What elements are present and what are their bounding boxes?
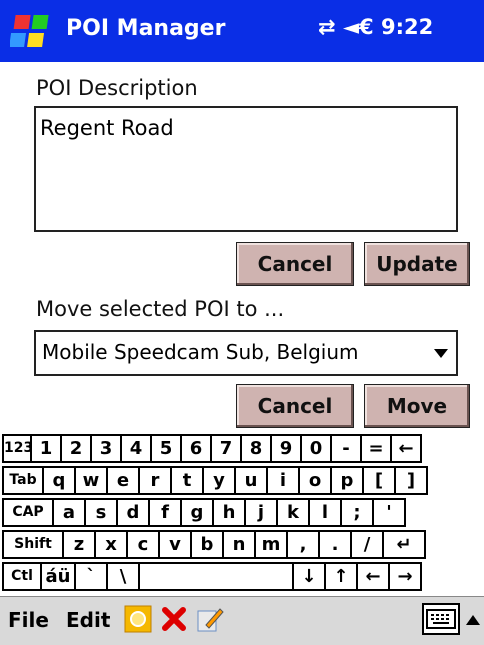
- key-e[interactable]: e: [106, 466, 140, 495]
- key-symbol[interactable]: áü: [40, 562, 76, 591]
- file-menu[interactable]: File: [8, 608, 49, 632]
- soft-keyboard: 123 1 2 3 4 5 6 7 8 9 0- = ← Tab q w e r t y u i o p[] CAP a s d f g h…: [0, 434, 484, 594]
- key-v[interactable]: v: [158, 530, 192, 559]
- input-panel-up-icon[interactable]: [466, 615, 480, 625]
- caps-key[interactable]: CAP: [2, 498, 54, 527]
- update-button[interactable]: Update: [364, 242, 470, 286]
- key-t[interactable]: t: [170, 466, 204, 495]
- key-s[interactable]: s: [84, 498, 118, 527]
- key-y[interactable]: y: [202, 466, 236, 495]
- key-n[interactable]: n: [222, 530, 256, 559]
- key-5[interactable]: 5: [150, 434, 182, 463]
- move-button[interactable]: Move: [364, 384, 470, 428]
- numeric-key[interactable]: 123: [2, 434, 32, 463]
- key-p[interactable]: p: [330, 466, 364, 495]
- edit-menu[interactable]: Edit: [66, 608, 110, 632]
- key-1[interactable]: 1: [30, 434, 62, 463]
- key-l[interactable]: l: [308, 498, 342, 527]
- key-symbol[interactable]: ': [372, 498, 406, 527]
- tab-key[interactable]: Tab: [2, 466, 44, 495]
- poi-icon[interactable]: [124, 605, 152, 633]
- key-j[interactable]: j: [244, 498, 278, 527]
- key-k[interactable]: k: [276, 498, 310, 527]
- key-g[interactable]: g: [180, 498, 214, 527]
- key-w[interactable]: w: [74, 466, 108, 495]
- move-label: Move selected POI to ...: [36, 297, 285, 321]
- status-area[interactable]: ⇄ ◄€ 9:22: [318, 15, 433, 39]
- key-symbol[interactable]: \: [106, 562, 140, 591]
- key-3[interactable]: 3: [90, 434, 122, 463]
- key-4[interactable]: 4: [120, 434, 152, 463]
- description-label: POI Description: [36, 76, 198, 100]
- menu-toolbar: File Edit: [0, 596, 484, 645]
- key-0[interactable]: 0: [300, 434, 332, 463]
- enter-key[interactable]: ↵: [382, 530, 426, 559]
- key-d[interactable]: d: [116, 498, 150, 527]
- key-q[interactable]: q: [42, 466, 76, 495]
- arrow-right-key[interactable]: →: [388, 562, 422, 591]
- description-textarea[interactable]: Regent Road: [34, 106, 458, 232]
- key-9[interactable]: 9: [270, 434, 302, 463]
- key-8[interactable]: 8: [240, 434, 272, 463]
- key-f[interactable]: f: [148, 498, 182, 527]
- arrow-up-key[interactable]: ↑: [324, 562, 358, 591]
- destination-select[interactable]: Mobile Speedcam Sub, Belgium: [34, 330, 458, 376]
- key-c[interactable]: c: [126, 530, 160, 559]
- key-symbol[interactable]: [: [362, 466, 396, 495]
- title-bar: POI Manager ⇄ ◄€ 9:22: [0, 0, 484, 62]
- arrow-down-key[interactable]: ↓: [292, 562, 326, 591]
- key-u[interactable]: u: [234, 466, 268, 495]
- key-symbol[interactable]: ;: [340, 498, 374, 527]
- key-o[interactable]: o: [298, 466, 332, 495]
- key-m[interactable]: m: [254, 530, 288, 559]
- destination-select-value: Mobile Speedcam Sub, Belgium: [42, 340, 359, 364]
- key-7[interactable]: 7: [210, 434, 242, 463]
- key-r[interactable]: r: [138, 466, 172, 495]
- key-symbol[interactable]: `: [74, 562, 108, 591]
- arrow-left-key[interactable]: ←: [356, 562, 390, 591]
- chevron-down-icon: [434, 349, 448, 358]
- key-z[interactable]: z: [62, 530, 96, 559]
- shift-key[interactable]: Shift: [2, 530, 64, 559]
- space-key[interactable]: [138, 562, 294, 591]
- key-symbol[interactable]: ,: [286, 530, 320, 559]
- key-a[interactable]: a: [52, 498, 86, 527]
- key-x[interactable]: x: [94, 530, 128, 559]
- cancel-description-button[interactable]: Cancel: [236, 242, 354, 286]
- windows-start-icon[interactable]: [10, 12, 54, 52]
- delete-icon[interactable]: [160, 605, 188, 633]
- key-h[interactable]: h: [212, 498, 246, 527]
- cancel-move-button[interactable]: Cancel: [236, 384, 354, 428]
- key-symbol[interactable]: ]: [394, 466, 428, 495]
- key-symbol[interactable]: .: [318, 530, 352, 559]
- key-i[interactable]: i: [266, 466, 300, 495]
- key-b[interactable]: b: [190, 530, 224, 559]
- key-symbol[interactable]: -: [330, 434, 362, 463]
- backspace-key[interactable]: ←: [390, 434, 422, 463]
- key-6[interactable]: 6: [180, 434, 212, 463]
- key-symbol[interactable]: =: [360, 434, 392, 463]
- description-value: Regent Road: [40, 116, 174, 140]
- key-2[interactable]: 2: [60, 434, 92, 463]
- key-symbol[interactable]: /: [350, 530, 384, 559]
- ctrl-key[interactable]: Ctl: [2, 562, 42, 591]
- keyboard-icon[interactable]: [422, 603, 460, 635]
- edit-icon[interactable]: [196, 605, 224, 633]
- app-title: POI Manager: [66, 16, 226, 41]
